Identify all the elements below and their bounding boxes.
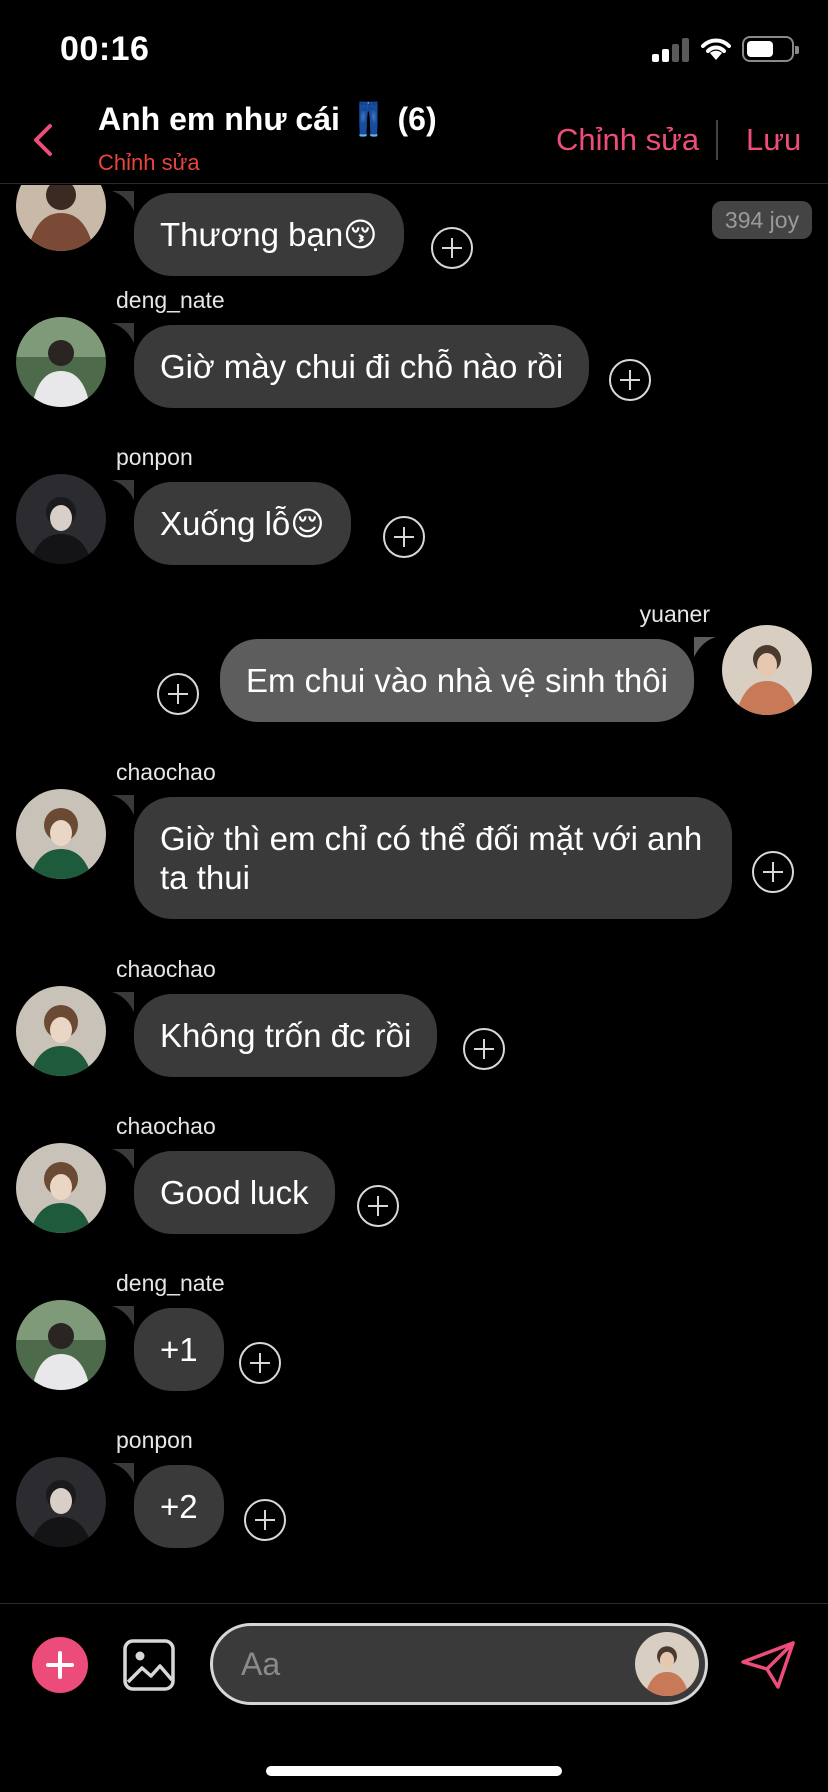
message-row: ponpon Xuống lỗ😌 (0, 444, 828, 584)
bubble-tail (112, 1149, 134, 1169)
avatar[interactable] (16, 986, 106, 1076)
add-reaction-button[interactable] (244, 1499, 286, 1541)
chat-title: Anh em như cái 👖 (6) (98, 101, 437, 137)
message-row: deng_nate Giờ mày chui đi chỗ nào rồi (0, 287, 828, 427)
avatar[interactable] (16, 185, 106, 251)
message-row: chaochao Good luck (0, 1113, 828, 1253)
add-reaction-button[interactable] (383, 516, 425, 558)
message-bubble[interactable]: +2 (134, 1465, 224, 1548)
message-input[interactable] (241, 1640, 581, 1688)
username: chaochao (116, 956, 216, 982)
message-bubble[interactable]: Không trốn đc rồi (134, 994, 438, 1077)
avatar[interactable] (16, 1143, 106, 1233)
username: ponpon (116, 444, 193, 470)
battery-icon (742, 36, 799, 62)
username: deng_nate (116, 1270, 225, 1296)
wifi-icon (701, 38, 731, 60)
chat-header: Anh em như cái 👖 (6) Chỉnh sửa Chỉnh sửa… (0, 96, 828, 184)
message-list[interactable]: 394 joy paipai Thương bạn😚 deng_nate Giờ… (0, 185, 828, 1603)
image-icon[interactable] (122, 1638, 176, 1692)
save-button[interactable]: Lưu (746, 122, 801, 158)
bubble-tail (112, 795, 134, 815)
add-reaction-button[interactable] (463, 1028, 505, 1070)
bubble-tail (112, 992, 134, 1012)
plus-icon[interactable] (32, 1637, 88, 1693)
message-row: yuaner Em chui vào nhà vệ sinh thôi (0, 601, 828, 741)
message-bubble[interactable]: Good luck (134, 1151, 335, 1234)
chat-subtitle[interactable]: Chỉnh sửa (98, 150, 200, 176)
status-time: 00:16 (60, 30, 150, 68)
bubble-tail (694, 637, 716, 657)
message-row: deng_nate +1 (0, 1270, 828, 1410)
add-reaction-button[interactable] (239, 1342, 281, 1384)
bubble-tail (112, 1306, 134, 1326)
add-reaction-button[interactable] (357, 1185, 399, 1227)
avatar[interactable] (16, 1457, 106, 1547)
status-bar: 00:16 (0, 0, 828, 96)
avatar[interactable] (16, 1300, 106, 1390)
bubble-tail (112, 1463, 134, 1483)
bubble-tail (112, 323, 134, 343)
sender-avatar[interactable] (635, 1632, 699, 1696)
avatar[interactable] (722, 625, 812, 715)
bubble-tail (112, 480, 134, 500)
message-row: ponpon +2 (0, 1427, 828, 1567)
message-bubble[interactable]: Giờ mày chui đi chỗ nào rồi (134, 325, 590, 408)
composer-bar (0, 1603, 828, 1792)
header-divider (716, 120, 718, 160)
username: yuaner (639, 601, 710, 627)
edit-button[interactable]: Chỉnh sửa (556, 122, 699, 158)
home-indicator (266, 1766, 562, 1776)
chevron-left-icon[interactable] (26, 118, 62, 162)
add-reaction-button[interactable] (431, 227, 473, 269)
message-row: chaochao Giờ thì em chỉ có thể đối mặt v… (0, 759, 828, 939)
add-reaction-button[interactable] (157, 673, 199, 715)
message-row: chaochao Không trốn đc rồi (0, 956, 828, 1096)
message-input-wrapper (210, 1623, 708, 1705)
avatar[interactable] (16, 789, 106, 879)
cellular-signal-icon (652, 38, 692, 62)
username: ponpon (116, 1427, 193, 1453)
message-row: paipai Thương bạn😚 (0, 185, 828, 301)
message-bubble[interactable]: Em chui vào nhà vệ sinh thôi (220, 639, 694, 722)
bubble-tail (112, 191, 134, 211)
avatar[interactable] (16, 317, 106, 407)
avatar[interactable] (16, 474, 106, 564)
message-bubble[interactable]: Thương bạn😚 (134, 193, 404, 276)
send-icon[interactable] (740, 1640, 796, 1690)
message-bubble[interactable]: +1 (134, 1308, 224, 1391)
username: chaochao (116, 1113, 216, 1139)
message-bubble[interactable]: Giờ thì em chỉ có thể đối mặt với anh ta… (134, 797, 732, 919)
username: deng_nate (116, 287, 225, 313)
username: chaochao (116, 759, 216, 785)
message-bubble[interactable]: Xuống lỗ😌 (134, 482, 351, 565)
add-reaction-button[interactable] (752, 851, 794, 893)
add-reaction-button[interactable] (609, 359, 651, 401)
